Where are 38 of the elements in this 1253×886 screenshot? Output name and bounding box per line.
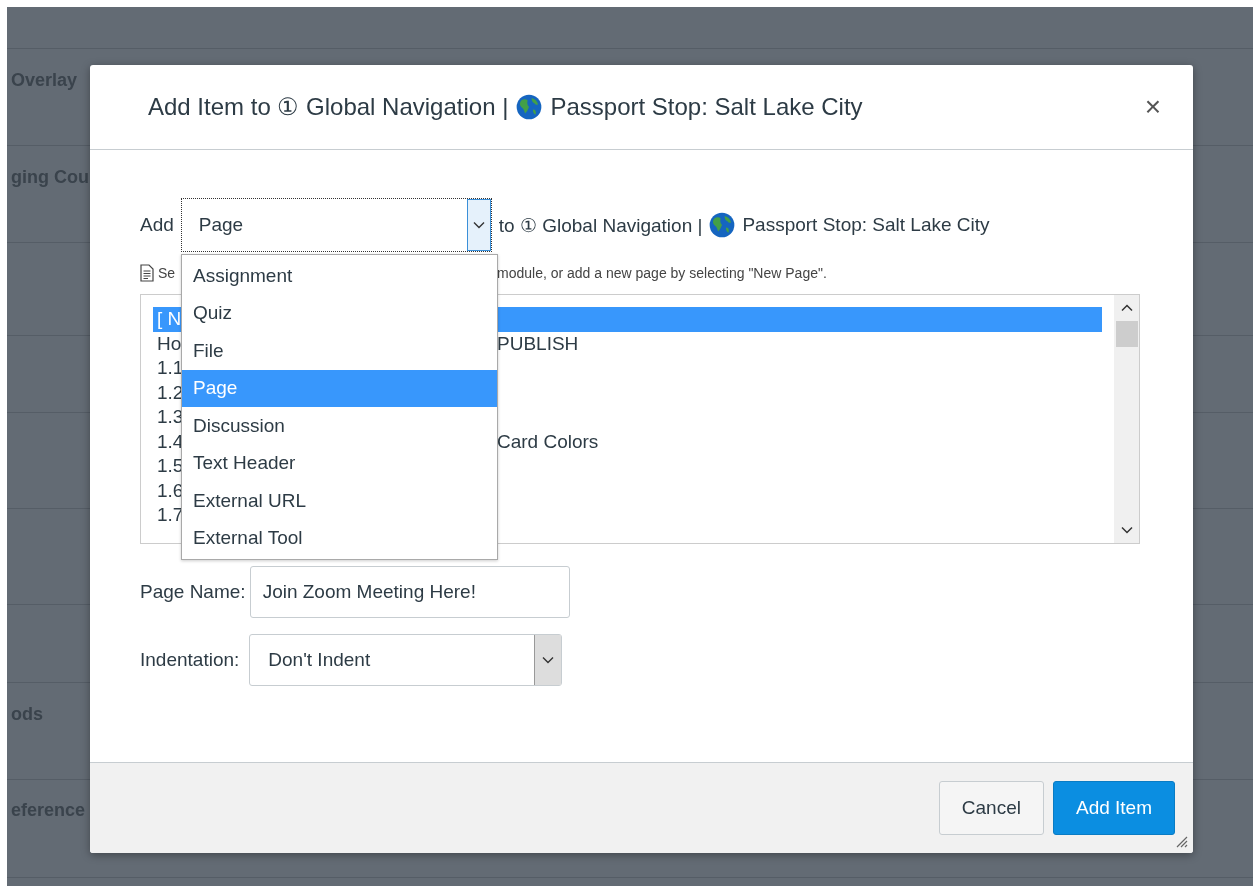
resize-handle-icon[interactable] bbox=[1174, 834, 1188, 848]
indentation-select[interactable]: Don't Indent bbox=[249, 634, 563, 686]
add-item-button[interactable]: Add Item bbox=[1052, 781, 1175, 835]
hint-text: module, or add a new page by selecting "New Page". bbox=[497, 265, 827, 281]
close-button[interactable]: × bbox=[1132, 91, 1173, 123]
dropdown-option[interactable]: Quiz bbox=[182, 294, 497, 332]
page-name-field[interactable]: Join Zoom Meeting Here! bbox=[249, 566, 570, 618]
document-icon bbox=[140, 264, 154, 282]
dialog-title-course: Passport Stop: Salt Lake City bbox=[550, 93, 863, 121]
chevron-down-icon bbox=[542, 656, 555, 664]
dropdown-option[interactable]: External URL bbox=[182, 482, 497, 520]
list-item[interactable]: 1.7 bbox=[157, 504, 184, 527]
dropdown-option[interactable]: File bbox=[182, 332, 497, 370]
list-item[interactable]: PUBLISH bbox=[497, 332, 579, 355]
list-item[interactable]: Ho bbox=[157, 332, 182, 355]
page-name-label: Page Name: bbox=[140, 581, 246, 603]
indentation-label: Indentation: bbox=[140, 649, 240, 671]
chevron-down-icon bbox=[472, 221, 485, 229]
dialog-title: Add Item to ① Global Navigation | bbox=[148, 93, 509, 121]
globe-icon bbox=[709, 212, 736, 238]
list-item[interactable]: 1.1 bbox=[157, 357, 184, 380]
hint-text: Se bbox=[158, 265, 176, 281]
dropdown-option[interactable]: Assignment bbox=[182, 257, 497, 295]
target-course: Passport Stop: Salt Lake City bbox=[742, 214, 990, 236]
target-text: to ① Global Navigation | bbox=[498, 213, 703, 237]
dropdown-option[interactable]: Text Header bbox=[182, 444, 497, 482]
dropdown-option[interactable]: External Tool bbox=[182, 519, 497, 557]
scroll-down-icon[interactable] bbox=[1120, 526, 1133, 534]
scrollbar-thumb[interactable] bbox=[1115, 321, 1138, 347]
cancel-button[interactable]: Cancel bbox=[938, 781, 1044, 835]
item-type-select[interactable]: Page bbox=[180, 198, 492, 252]
scrollbar[interactable] bbox=[1114, 295, 1139, 543]
dropdown-option[interactable]: Discussion bbox=[182, 407, 497, 445]
list-item[interactable]: Card Colors bbox=[497, 430, 599, 453]
list-item[interactable]: 1.4 bbox=[157, 430, 184, 453]
scroll-up-icon[interactable] bbox=[1120, 304, 1133, 312]
add-label: Add bbox=[140, 214, 174, 236]
globe-icon bbox=[516, 94, 543, 120]
